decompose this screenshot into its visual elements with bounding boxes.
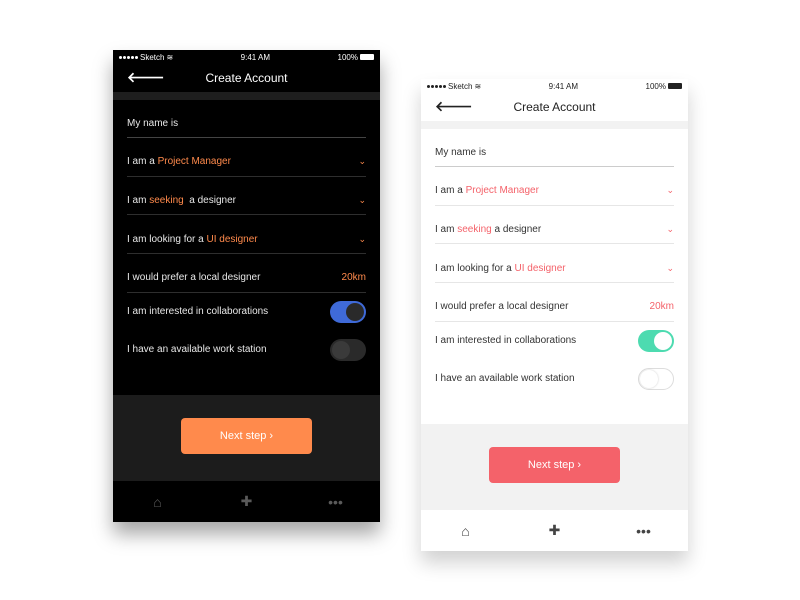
footer-area: Next step › <box>421 424 688 510</box>
name-label: My name is <box>127 118 179 129</box>
local-label: I would prefer a local designer <box>435 301 569 313</box>
workstation-toggle[interactable] <box>330 338 366 361</box>
chevron-down-icon[interactable]: ⌄ <box>358 195 366 206</box>
next-step-button[interactable]: Next step › <box>181 418 312 454</box>
seeking-value: seeking <box>149 195 184 207</box>
nav-bar: 🡐 Create Account <box>113 64 380 92</box>
name-field[interactable]: My name is <box>127 100 366 138</box>
chevron-down-icon[interactable]: ⌄ <box>358 234 366 245</box>
status-time: 9:41 AM <box>548 81 579 91</box>
header-separator <box>421 121 688 129</box>
role-value: Project Manager <box>157 156 231 168</box>
name-field[interactable]: My name is <box>435 129 674 167</box>
battery-icon <box>668 83 682 89</box>
status-bar: Sketch ≋ 9:41 AM 100% <box>421 79 688 93</box>
chevron-down-icon[interactable]: ⌄ <box>666 185 674 196</box>
plus-icon[interactable]: ✚ <box>540 522 570 539</box>
account-form: My name is I am a Project Manager ⌄ I am… <box>421 129 688 398</box>
seeking-value: seeking <box>457 224 492 236</box>
light-phone-screen: Sketch ≋ 9:41 AM 100% 🡐 Create Account M… <box>421 79 688 551</box>
role-value: Project Manager <box>465 185 539 197</box>
name-label: My name is <box>435 147 487 158</box>
local-designer-field[interactable]: I would prefer a local designer 20km <box>127 254 366 293</box>
seeking-prefix: I am <box>127 195 147 207</box>
distance-value[interactable]: 20km <box>650 301 674 312</box>
signal-icon <box>119 55 138 59</box>
nav-bar: 🡐 Create Account <box>421 93 688 121</box>
account-form: My name is I am a Project Manager ⌄ I am… <box>113 100 380 369</box>
home-icon[interactable]: ⌂ <box>451 523 481 539</box>
role-select[interactable]: I am a Project Manager ⌄ <box>127 138 366 177</box>
seeking-suffix: a designer <box>189 195 236 207</box>
carrier-label: Sketch <box>448 81 473 91</box>
seeking-suffix: a designer <box>494 224 542 236</box>
workstation-label: I have an available work station <box>435 373 575 385</box>
role-select[interactable]: I am a Project Manager ⌄ <box>435 167 674 206</box>
page-title: Create Account <box>513 100 596 114</box>
chevron-down-icon[interactable]: ⌄ <box>666 263 674 274</box>
looking-for-select[interactable]: I am looking for a UI designer ⌄ <box>435 244 674 284</box>
plus-icon[interactable]: ✚ <box>232 493 262 510</box>
signal-icon <box>427 84 446 88</box>
workstation-row: I have an available work station <box>127 331 366 369</box>
wifi-icon: ≋ <box>474 81 482 91</box>
more-icon[interactable]: ••• <box>321 494 351 510</box>
looking-value: UI designer <box>206 233 258 245</box>
more-icon[interactable]: ••• <box>629 523 659 539</box>
battery-icon <box>360 54 374 60</box>
header-separator <box>113 92 380 100</box>
chevron-down-icon[interactable]: ⌄ <box>358 156 366 167</box>
collab-label: I am interested in collaborations <box>435 335 577 347</box>
local-label: I would prefer a local designer <box>127 272 261 284</box>
tab-bar: ⌂ ✚ ••• <box>113 481 380 522</box>
looking-value: UI designer <box>514 262 566 274</box>
status-bar: Sketch ≋ 9:41 AM 100% <box>113 50 380 64</box>
battery-label: 100% <box>337 52 358 62</box>
collab-label: I am interested in collaborations <box>127 306 269 318</box>
looking-for-select[interactable]: I am looking for a UI designer ⌄ <box>127 215 366 255</box>
local-designer-field[interactable]: I would prefer a local designer 20km <box>435 283 674 322</box>
chevron-down-icon[interactable]: ⌄ <box>666 224 674 235</box>
workstation-row: I have an available work station <box>435 360 674 398</box>
collab-row: I am interested in collaborations <box>127 293 366 331</box>
seeking-prefix: I am <box>435 224 455 236</box>
next-step-button[interactable]: Next step › <box>489 447 620 483</box>
home-icon[interactable]: ⌂ <box>143 494 173 510</box>
looking-prefix: I am looking for a <box>127 233 204 245</box>
collab-toggle[interactable] <box>330 300 366 323</box>
back-arrow-icon[interactable]: 🡐 <box>435 98 473 115</box>
role-prefix: I am a <box>127 156 155 168</box>
seeking-select[interactable]: I am seeking a designer ⌄ <box>435 206 674 245</box>
looking-prefix: I am looking for a <box>435 262 512 274</box>
role-prefix: I am a <box>435 185 463 197</box>
footer-area: Next step › <box>113 395 380 481</box>
page-title: Create Account <box>205 71 288 85</box>
battery-label: 100% <box>645 81 666 91</box>
workstation-label: I have an available work station <box>127 344 267 356</box>
status-time: 9:41 AM <box>240 52 271 62</box>
collab-toggle[interactable] <box>638 329 674 352</box>
carrier-label: Sketch <box>140 52 165 62</box>
back-arrow-icon[interactable]: 🡐 <box>127 69 165 86</box>
collab-row: I am interested in collaborations <box>435 322 674 360</box>
wifi-icon: ≋ <box>166 52 174 62</box>
seeking-select[interactable]: I am seeking a designer ⌄ <box>127 177 366 216</box>
tab-bar: ⌂ ✚ ••• <box>421 510 688 551</box>
workstation-toggle[interactable] <box>638 367 674 390</box>
distance-value[interactable]: 20km <box>342 272 366 283</box>
dark-phone-screen: Sketch ≋ 9:41 AM 100% 🡐 Create Account M… <box>113 50 380 522</box>
